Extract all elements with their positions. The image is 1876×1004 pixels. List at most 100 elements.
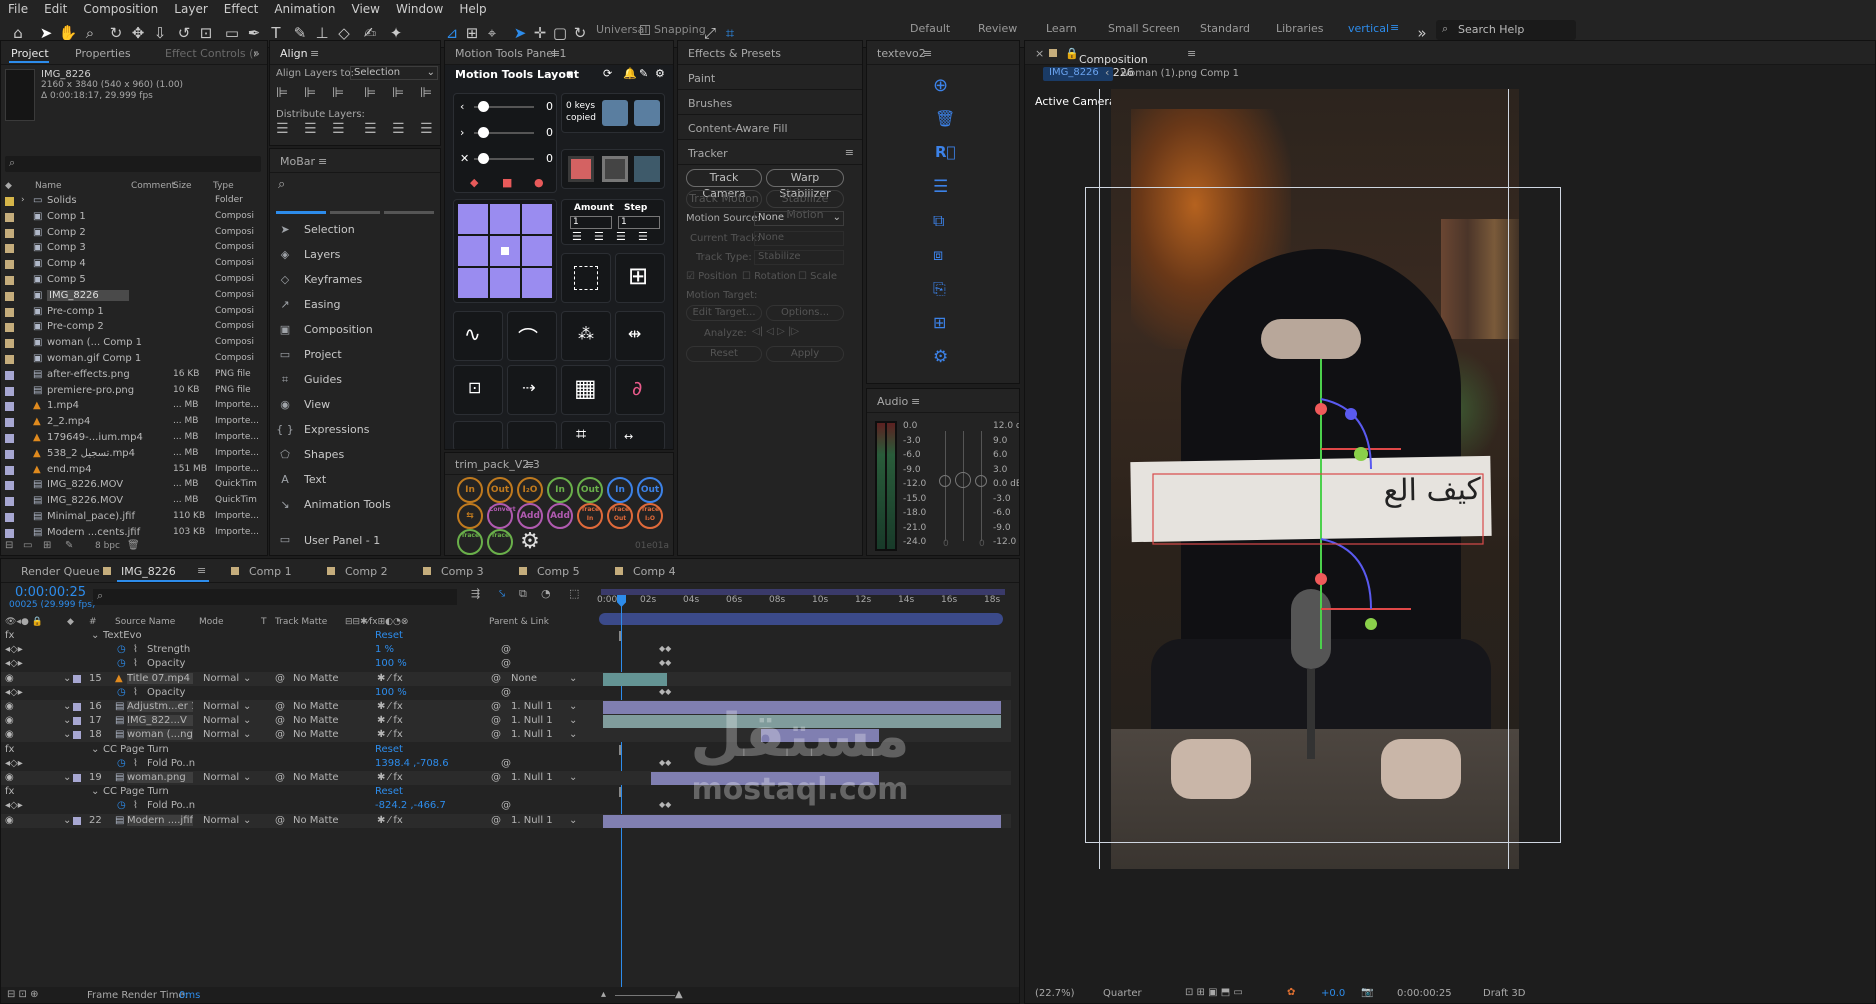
trim-button[interactable]: Out (637, 477, 663, 503)
timeline-property-row[interactable]: fx ⌄ CC Page Turn Reset (1, 743, 1011, 757)
shapes-icon[interactable]: ⧉ (933, 211, 944, 231)
workspace-libraries[interactable]: Libraries (1276, 22, 1324, 35)
eye-icon[interactable]: ◉ (5, 715, 14, 726)
label-swatch[interactable] (5, 528, 14, 538)
exposure-value[interactable]: +0.0 (1321, 988, 1345, 999)
pickwhip-icon[interactable]: @ (491, 701, 501, 712)
project-item[interactable]: ▣ Comp 4 Composi (1, 257, 263, 273)
dist-vcenter-icon[interactable]: ☰ (304, 121, 317, 137)
timeline-property-row[interactable]: ◂◇▸ ◷ ⌇ Fold Po..n 1398.4 ,-708.6 @ ◆◆ (1, 757, 1011, 771)
tab-textevo[interactable]: textevo2 (877, 47, 926, 60)
tab-align[interactable]: Align (280, 47, 308, 60)
interpret-footage-icon[interactable]: ⊟ (5, 540, 13, 551)
panel-menu-icon[interactable]: ≡ (197, 564, 206, 577)
scatter-icon[interactable]: ⁂ (561, 311, 611, 361)
property-value[interactable]: 1 % (375, 644, 394, 655)
col-source-name[interactable]: Source Name (115, 617, 175, 627)
menu-file[interactable]: File (0, 2, 36, 16)
layer-name[interactable]: Modern ....jfif (127, 814, 193, 826)
time-ruler[interactable]: 0:00s 02s 04s 06s 08s 10s 12s 14s 16s 18s (597, 589, 1007, 611)
mobar-item-expressions[interactable]: { } Expressions (276, 417, 436, 442)
label-swatch[interactable] (5, 402, 14, 412)
label-swatch[interactable] (5, 481, 14, 491)
tab-project[interactable]: Project (11, 47, 49, 60)
parent-move-icon[interactable]: ⇢ (507, 365, 557, 415)
blend-mode-dropdown[interactable]: Normal (203, 815, 239, 826)
comp-flowchart-icon[interactable]: ⇶ (471, 587, 480, 600)
layer-name[interactable]: Title 07.mp4 (127, 672, 193, 684)
pickwhip-icon[interactable]: @ (491, 772, 501, 783)
graph-icon[interactable]: ⌇ (133, 800, 138, 811)
menu-help[interactable]: Help (451, 2, 494, 16)
spiral-icon[interactable]: @ (275, 701, 285, 712)
panel-menu-icon[interactable]: ≡ (525, 458, 534, 471)
timeline-layer-row[interactable]: ◉ ⌄ 19 ▤ woman.png Normal ⌄ @ No Matte ✱ ⁄ fx @1. … (1, 771, 1011, 785)
eye-icon[interactable]: ◉ (5, 815, 14, 826)
panel-menu-icon[interactable]: ≡ (318, 155, 327, 168)
graph-icon[interactable]: ⌇ (133, 658, 138, 669)
timeline-property-row[interactable]: fx ⌄ CC Page Turn Reset (1, 785, 1011, 799)
expand-arrow-icon[interactable]: ⌄ (63, 673, 71, 684)
col-track-matte[interactable]: Track Matte (275, 617, 327, 627)
tab-audio[interactable]: Audio (877, 395, 908, 408)
layer-duration-bar[interactable] (603, 672, 667, 686)
content-aware-row[interactable]: Content-Aware Fill (678, 116, 862, 140)
solid-shape-icon[interactable] (568, 156, 594, 182)
track-matte-dropdown[interactable]: No Matte (293, 701, 339, 712)
project-item[interactable]: ▤ after-effects.png 16 KB PNG file (1, 368, 263, 384)
layer-duration-bar[interactable] (603, 715, 1001, 729)
parent-dropdown[interactable]: 1. Null 1 (511, 729, 553, 740)
timeline-tab[interactable]: Comp 4 (633, 565, 676, 578)
menu-view[interactable]: View (344, 2, 388, 16)
label-swatch[interactable] (5, 228, 14, 238)
mirror-icon[interactable]: ⇹ (615, 311, 665, 361)
project-item[interactable]: ▲ 2_2.mp4 ... MB Importe... (1, 415, 263, 431)
workspace-vertical[interactable]: vertical (1348, 22, 1389, 35)
refresh-icon[interactable]: ⟳ (603, 67, 612, 80)
tab-mobar[interactable]: MoBar (280, 155, 315, 168)
label-swatch[interactable] (73, 774, 81, 782)
menu-effect[interactable]: Effect (216, 2, 267, 16)
stabilize-motion-button[interactable]: Stabilize Motion (766, 190, 844, 221)
col-name[interactable]: Name (35, 181, 62, 191)
timeline-tab[interactable]: Comp 1 (249, 565, 292, 578)
trim-button[interactable]: Trace (457, 529, 483, 555)
panel-menu-icon[interactable]: ≡ (551, 47, 560, 60)
layout-title[interactable]: Motion Tools Layout (455, 68, 579, 81)
timeline-layer-row[interactable]: ◉ ⌄ 22 ▤ Modern ....jfif Normal ⌄ @ No Matte ✱ ⁄ … (1, 813, 1011, 828)
distribute-h-icon[interactable]: ↔ (615, 421, 665, 449)
viewer-icons[interactable]: ⊡ ⊞ ▣ ⬒ ▭ (1185, 987, 1243, 998)
col-parent[interactable]: Parent & Link (489, 617, 549, 627)
panel-overflow-icon[interactable]: » (253, 47, 260, 60)
trim-button[interactable]: ⇆ (457, 503, 483, 529)
layer-switches[interactable]: ✱ ⁄ fx (377, 772, 403, 783)
keyframe-icon[interactable]: ◆◆ (659, 687, 671, 696)
comp-breadcrumb[interactable]: woman (1).png Comp 1 (1121, 68, 1239, 79)
timeline-layer-row[interactable]: ◉ ⌄ 15 ▲ Title 07.mp4 Normal ⌄ @ No Matte ✱ ⁄ fx @… (1, 671, 1011, 686)
viewer-time[interactable]: 0:00:00:25 (1397, 988, 1452, 999)
expand-arrow-icon[interactable]: ⌄ (91, 630, 99, 641)
options-button[interactable]: Options... (766, 305, 844, 321)
outline-shape-icon[interactable] (602, 156, 628, 182)
scale-checkbox[interactable]: ☐ Scale (798, 271, 837, 282)
anchor-cell[interactable] (458, 268, 488, 298)
pickwhip-icon[interactable]: @ (501, 800, 511, 811)
track-matte-dropdown[interactable]: No Matte (293, 715, 339, 726)
search-help-field[interactable]: ⌕ Search Help (1436, 20, 1576, 40)
comp-fit-icon[interactable] (507, 421, 557, 449)
label-swatch[interactable] (5, 434, 14, 443)
keyframe-nav-icon[interactable]: ◂◇▸ (5, 800, 23, 811)
menu-animation[interactable]: Animation (266, 2, 343, 16)
anchor-cell[interactable] (490, 268, 520, 298)
mobar-tab[interactable] (384, 211, 434, 214)
trim-button[interactable]: Trace In (577, 503, 603, 529)
zoom-in-icon[interactable]: ▲ (675, 989, 683, 1000)
timeline-search-input[interactable]: ⌕ (93, 589, 457, 605)
mobar-user-panel[interactable]: ▭ User Panel - 1 (276, 525, 436, 555)
project-item[interactable]: ▣ Comp 3 Composi (1, 241, 263, 257)
anchor-cell[interactable] (458, 236, 488, 266)
eye-icon[interactable]: ◉ (5, 673, 14, 684)
blend-mode-dropdown[interactable]: Normal (203, 772, 239, 783)
panel-menu-icon[interactable]: ≡ (845, 146, 854, 159)
pickwhip-icon[interactable]: @ (491, 729, 501, 740)
